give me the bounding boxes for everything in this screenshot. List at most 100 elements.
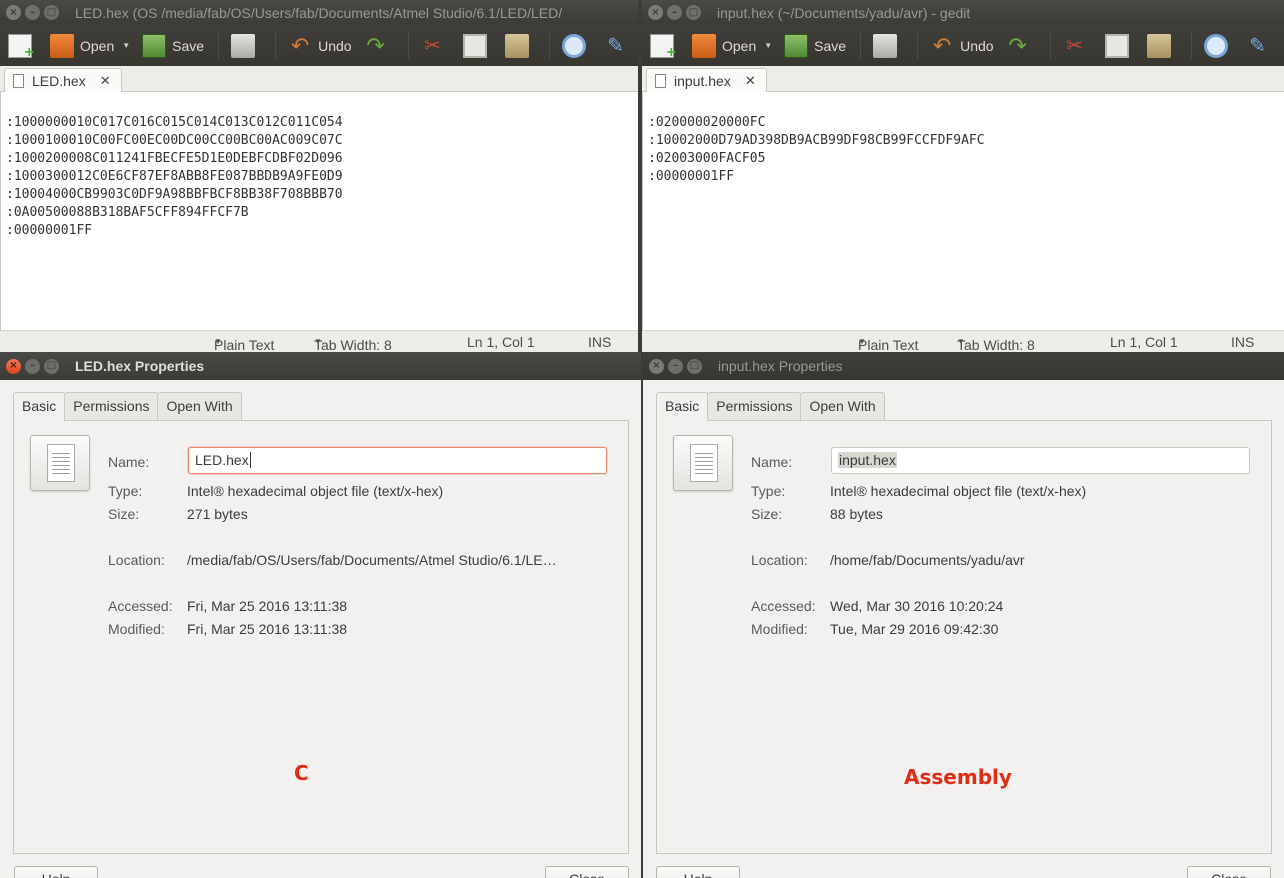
text-editor-area[interactable]: :020000020000FC:10002000D79AD398DB9ACB99…	[642, 92, 1284, 330]
open-button[interactable]: Open ▼	[692, 31, 772, 61]
save-icon	[784, 33, 809, 58]
print-button[interactable]	[231, 31, 261, 61]
folder-open-icon	[50, 33, 74, 58]
save-button[interactable]: Save	[142, 31, 204, 61]
new-document-button[interactable]	[8, 31, 38, 62]
help-button[interactable]: Help	[656, 866, 740, 878]
accessed-label: Accessed:	[108, 598, 173, 614]
close-dialog-button[interactable]: ×	[6, 358, 21, 374]
minimize-dialog-button[interactable]: –	[668, 358, 683, 374]
tab-open-with[interactable]: Open With	[800, 392, 885, 420]
chevron-down-icon[interactable]: ▼	[764, 41, 772, 50]
copy-button[interactable]	[462, 31, 493, 61]
scissors-icon: ✂	[424, 34, 441, 57]
type-label: Type:	[751, 483, 786, 499]
file-type-icon[interactable]	[30, 435, 90, 491]
tab-basic[interactable]: Basic	[13, 392, 66, 421]
close-button[interactable]: Close	[545, 866, 629, 878]
tab-permissions[interactable]: Permissions	[64, 392, 159, 420]
open-button[interactable]: Open ▼	[50, 31, 130, 61]
window-title: LED.hex (OS /media/fab/OS/Users/fab/Docu…	[75, 4, 563, 21]
name-value: LED.hex	[195, 452, 249, 468]
close-tab-icon[interactable]: ✕	[745, 73, 756, 89]
right-properties-dialog: × – □ input.hex Properties Basic Permiss…	[643, 352, 1284, 878]
close-tab-icon[interactable]: ✕	[100, 73, 111, 89]
maximize-window-button[interactable]: □	[686, 5, 701, 20]
replace-button[interactable]: ✎	[1246, 31, 1276, 61]
close-window-button[interactable]: ×	[6, 5, 21, 20]
document-icon	[47, 444, 75, 482]
close-button[interactable]: Close	[1187, 866, 1271, 878]
magnifier-icon	[1203, 33, 1228, 58]
tab-open-with[interactable]: Open With	[157, 392, 242, 420]
paste-icon	[504, 33, 529, 58]
maximize-window-button[interactable]: □	[44, 5, 59, 20]
size-label: Size:	[108, 506, 140, 522]
toolbar-separator	[860, 32, 862, 59]
type-value: Intel® hexadecimal object file (text/x-h…	[187, 483, 444, 499]
location-label: Location:	[751, 552, 808, 568]
language-label: Plain Text	[858, 337, 919, 352]
copy-icon	[1104, 33, 1129, 58]
undo-icon: ↶	[290, 32, 310, 58]
location-value: /home/fab/Documents/yadu/avr	[830, 552, 1025, 568]
copy-button[interactable]	[1104, 31, 1135, 61]
undo-button[interactable]: ↶ Undo	[930, 31, 994, 61]
chevron-down-icon[interactable]: ▼	[122, 41, 130, 50]
name-field[interactable]: input.hex	[831, 447, 1250, 474]
find-button[interactable]	[1203, 31, 1234, 61]
replace-button[interactable]: ✎	[604, 31, 634, 61]
close-window-button[interactable]: ×	[648, 5, 663, 20]
print-button[interactable]	[873, 31, 903, 61]
document-tab[interactable]: input.hex ✕	[646, 68, 767, 93]
print-icon	[231, 33, 256, 58]
undo-button[interactable]: ↶ Undo	[288, 31, 352, 61]
cut-button[interactable]: ✂	[1063, 31, 1093, 61]
find-replace-icon: ✎	[1249, 34, 1266, 57]
minimize-window-button[interactable]: –	[667, 5, 682, 20]
accessed-label: Accessed:	[751, 598, 816, 614]
text-line: :1000200008C011241FBECFE5D1E0DEBFCDBF02D…	[6, 151, 343, 166]
name-field[interactable]: LED.hex	[188, 447, 607, 474]
maximize-dialog-button[interactable]: □	[687, 358, 702, 374]
chevron-down-icon: ▼	[214, 337, 222, 346]
left-editor-toolbar: Open ▼ Save ↶ Undo ↷ ✂ ✎	[0, 25, 638, 66]
modified-label: Modified:	[108, 621, 165, 637]
tab-basic[interactable]: Basic	[656, 392, 709, 421]
save-button[interactable]: Save	[784, 31, 846, 61]
right-editor-toolbar: Open ▼ Save ↶ Undo ↷ ✂ ✎	[642, 25, 1284, 66]
cut-button[interactable]: ✂	[421, 31, 451, 61]
minimize-dialog-button[interactable]: –	[25, 358, 40, 374]
file-type-icon[interactable]	[673, 435, 733, 491]
left-properties-dialog: × – □ LED.hex Properties Basic Permissio…	[0, 352, 641, 878]
paste-button[interactable]	[504, 31, 535, 61]
size-label: Size:	[751, 506, 783, 522]
help-button[interactable]: Help	[14, 866, 98, 878]
text-line: :00000001FF	[6, 223, 93, 238]
dialog-titlebar: × – □ LED.hex Properties	[0, 352, 641, 380]
redo-button[interactable]: ↷	[1006, 31, 1036, 61]
minimize-window-button[interactable]: –	[25, 5, 40, 20]
close-dialog-button[interactable]: ×	[649, 358, 664, 374]
paste-button[interactable]	[1146, 31, 1177, 61]
document-icon	[655, 74, 666, 88]
new-document-button[interactable]	[650, 31, 680, 62]
undo-icon: ↶	[932, 32, 952, 58]
text-line: :1000100010C00FC00EC00DC00CC00BC00AC009C…	[6, 133, 343, 148]
tab-width-label: Tab Width: 8	[314, 337, 392, 352]
accessed-value: Fri, Mar 25 2016 13:11:38	[187, 598, 348, 614]
maximize-dialog-button[interactable]: □	[44, 358, 59, 374]
text-editor-area[interactable]: :1000000010C017C016C015C014C013C012C011C…	[0, 92, 638, 330]
tab-permissions[interactable]: Permissions	[707, 392, 802, 420]
new-document-icon	[8, 33, 34, 62]
chevron-down-icon: ▼	[314, 337, 322, 346]
redo-button[interactable]: ↷	[364, 31, 394, 61]
chevron-down-icon: ▼	[858, 337, 866, 346]
toolbar-separator	[275, 32, 277, 59]
tab-label: LED.hex	[32, 73, 86, 89]
find-button[interactable]	[561, 31, 592, 61]
folder-open-icon	[692, 33, 716, 58]
annotation-label: Assembly	[904, 765, 1012, 789]
document-tab[interactable]: LED.hex ✕	[4, 68, 122, 93]
text-line: :0A00500088B318BAF5CFF894FFCF7B	[6, 205, 249, 220]
